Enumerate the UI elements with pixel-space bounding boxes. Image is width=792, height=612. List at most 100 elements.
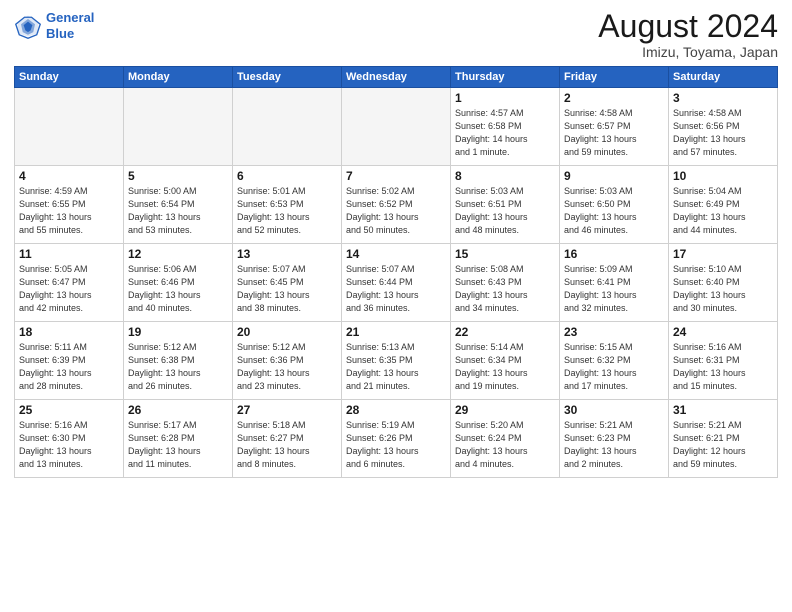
day-number: 3: [673, 91, 773, 105]
table-row: 28 Sunrise: 5:19 AMSunset: 6:26 PMDayligh…: [342, 400, 451, 478]
table-row: [342, 88, 451, 166]
day-info: Sunrise: 5:06 AMSunset: 6:46 PMDaylight:…: [128, 263, 228, 315]
header-row: Sunday Monday Tuesday Wednesday Thursday…: [15, 67, 778, 88]
calendar-week-2: 4Sunrise: 4:59 AMSunset: 6:55 PMDaylight…: [15, 166, 778, 244]
day-info: Sunrise: 5:00 AMSunset: 6:54 PMDaylight:…: [128, 185, 228, 237]
table-row: 31Sunrise: 5:21 AMSunset: 6:21 PMDayligh…: [669, 400, 778, 478]
col-sunday: Sunday: [15, 67, 124, 88]
day-info: Sunrise: 5:16 AMSunset: 6:31 PMDaylight:…: [673, 341, 773, 393]
day-info: Sunrise: 4:59 AMSunset: 6:55 PMDaylight:…: [19, 185, 119, 237]
day-info: Sunrise: 5:18 AMSunset: 6:27 PMDaylight:…: [237, 419, 337, 471]
col-tuesday: Tuesday: [233, 67, 342, 88]
day-number: 5: [128, 169, 228, 183]
col-thursday: Thursday: [451, 67, 560, 88]
day-number: 10: [673, 169, 773, 183]
day-info: Sunrise: 5:10 AMSunset: 6:40 PMDaylight:…: [673, 263, 773, 315]
table-row: 12Sunrise: 5:06 AMSunset: 6:46 PMDayligh…: [124, 244, 233, 322]
table-row: 19 Sunrise: 5:12 AMSunset: 6:38 PMDayligh…: [124, 322, 233, 400]
day-info: Sunrise: 5:13 AMSunset: 6:35 PMDaylight:…: [346, 341, 446, 393]
day-number: 15: [455, 247, 555, 261]
table-row: 10Sunrise: 5:04 AMSunset: 6:49 PMDayligh…: [669, 166, 778, 244]
table-row: 26 Sunrise: 5:17 AMSunset: 6:28 PMDayligh…: [124, 400, 233, 478]
day-number: 19: [128, 325, 228, 339]
day-info: Sunrise: 4:58 AMSunset: 6:56 PMDaylight:…: [673, 107, 773, 159]
calendar-week-1: 1 Sunrise: 4:57 AMSunset: 6:58 PMDaylight…: [15, 88, 778, 166]
table-row: 15 Sunrise: 5:08 AMSunset: 6:43 PMDayligh…: [451, 244, 560, 322]
calendar-table: Sunday Monday Tuesday Wednesday Thursday…: [14, 66, 778, 478]
table-row: 4Sunrise: 4:59 AMSunset: 6:55 PMDaylight…: [15, 166, 124, 244]
day-info: Sunrise: 5:14 AMSunset: 6:34 PMDaylight:…: [455, 341, 555, 393]
table-row: 18Sunrise: 5:11 AMSunset: 6:39 PMDayligh…: [15, 322, 124, 400]
day-number: 27: [237, 403, 337, 417]
table-row: [15, 88, 124, 166]
col-saturday: Saturday: [669, 67, 778, 88]
table-row: 29 Sunrise: 5:20 AMSunset: 6:24 PMDayligh…: [451, 400, 560, 478]
day-number: 30: [564, 403, 664, 417]
day-info: Sunrise: 5:17 AMSunset: 6:28 PMDaylight:…: [128, 419, 228, 471]
day-info: Sunrise: 5:07 AMSunset: 6:45 PMDaylight:…: [237, 263, 337, 315]
table-row: 5 Sunrise: 5:00 AMSunset: 6:54 PMDaylight…: [124, 166, 233, 244]
table-row: [124, 88, 233, 166]
day-info: Sunrise: 5:01 AMSunset: 6:53 PMDaylight:…: [237, 185, 337, 237]
day-number: 6: [237, 169, 337, 183]
day-info: Sunrise: 5:12 AMSunset: 6:36 PMDaylight:…: [237, 341, 337, 393]
month-title: August 2024: [598, 10, 778, 42]
table-row: 25 Sunrise: 5:16 AMSunset: 6:30 PMDayligh…: [15, 400, 124, 478]
table-row: 3 Sunrise: 4:58 AMSunset: 6:56 PMDaylight…: [669, 88, 778, 166]
day-info: Sunrise: 5:11 AMSunset: 6:39 PMDaylight:…: [19, 341, 119, 393]
logo-text: General Blue: [46, 10, 94, 41]
table-row: 30 Sunrise: 5:21 AMSunset: 6:23 PMDayligh…: [560, 400, 669, 478]
day-info: Sunrise: 5:05 AMSunset: 6:47 PMDaylight:…: [19, 263, 119, 315]
day-number: 28: [346, 403, 446, 417]
table-row: 9Sunrise: 5:03 AMSunset: 6:50 PMDaylight…: [560, 166, 669, 244]
day-info: Sunrise: 5:08 AMSunset: 6:43 PMDaylight:…: [455, 263, 555, 315]
table-row: 2 Sunrise: 4:58 AMSunset: 6:57 PMDaylight…: [560, 88, 669, 166]
day-info: Sunrise: 5:20 AMSunset: 6:24 PMDaylight:…: [455, 419, 555, 471]
day-number: 29: [455, 403, 555, 417]
day-number: 20: [237, 325, 337, 339]
day-info: Sunrise: 5:21 AMSunset: 6:23 PMDaylight:…: [564, 419, 664, 471]
table-row: 20 Sunrise: 5:12 AMSunset: 6:36 PMDayligh…: [233, 322, 342, 400]
title-block: August 2024 Imizu, Toyama, Japan: [598, 10, 778, 60]
day-info: Sunrise: 5:12 AMSunset: 6:38 PMDaylight:…: [128, 341, 228, 393]
table-row: [233, 88, 342, 166]
table-row: 11 Sunrise: 5:05 AMSunset: 6:47 PMDayligh…: [15, 244, 124, 322]
col-monday: Monday: [124, 67, 233, 88]
day-number: 13: [237, 247, 337, 261]
table-row: 22 Sunrise: 5:14 AMSunset: 6:34 PMDayligh…: [451, 322, 560, 400]
day-number: 26: [128, 403, 228, 417]
day-info: Sunrise: 5:07 AMSunset: 6:44 PMDaylight:…: [346, 263, 446, 315]
day-number: 21: [346, 325, 446, 339]
day-info: Sunrise: 4:57 AMSunset: 6:58 PMDaylight:…: [455, 107, 555, 159]
calendar-week-4: 18Sunrise: 5:11 AMSunset: 6:39 PMDayligh…: [15, 322, 778, 400]
table-row: 6 Sunrise: 5:01 AMSunset: 6:53 PMDaylight…: [233, 166, 342, 244]
day-number: 25: [19, 403, 119, 417]
day-number: 22: [455, 325, 555, 339]
page-container: General Blue August 2024 Imizu, Toyama, …: [0, 0, 792, 486]
day-number: 11: [19, 247, 119, 261]
day-info: Sunrise: 4:58 AMSunset: 6:57 PMDaylight:…: [564, 107, 664, 159]
table-row: 7 Sunrise: 5:02 AMSunset: 6:52 PMDaylight…: [342, 166, 451, 244]
day-number: 1: [455, 91, 555, 105]
day-number: 24: [673, 325, 773, 339]
table-row: 17Sunrise: 5:10 AMSunset: 6:40 PMDayligh…: [669, 244, 778, 322]
location-title: Imizu, Toyama, Japan: [598, 44, 778, 60]
day-info: Sunrise: 5:19 AMSunset: 6:26 PMDaylight:…: [346, 419, 446, 471]
table-row: 1 Sunrise: 4:57 AMSunset: 6:58 PMDaylight…: [451, 88, 560, 166]
day-number: 14: [346, 247, 446, 261]
logo-line1: General: [46, 10, 94, 25]
table-row: 23Sunrise: 5:15 AMSunset: 6:32 PMDayligh…: [560, 322, 669, 400]
table-row: 14 Sunrise: 5:07 AMSunset: 6:44 PMDayligh…: [342, 244, 451, 322]
day-number: 7: [346, 169, 446, 183]
day-number: 9: [564, 169, 664, 183]
logo: General Blue: [14, 10, 94, 41]
table-row: 24 Sunrise: 5:16 AMSunset: 6:31 PMDayligh…: [669, 322, 778, 400]
day-info: Sunrise: 5:03 AMSunset: 6:51 PMDaylight:…: [455, 185, 555, 237]
day-number: 2: [564, 91, 664, 105]
day-number: 16: [564, 247, 664, 261]
table-row: 27 Sunrise: 5:18 AMSunset: 6:27 PMDayligh…: [233, 400, 342, 478]
day-info: Sunrise: 5:02 AMSunset: 6:52 PMDaylight:…: [346, 185, 446, 237]
table-row: 13 Sunrise: 5:07 AMSunset: 6:45 PMDayligh…: [233, 244, 342, 322]
day-info: Sunrise: 5:16 AMSunset: 6:30 PMDaylight:…: [19, 419, 119, 471]
day-number: 31: [673, 403, 773, 417]
